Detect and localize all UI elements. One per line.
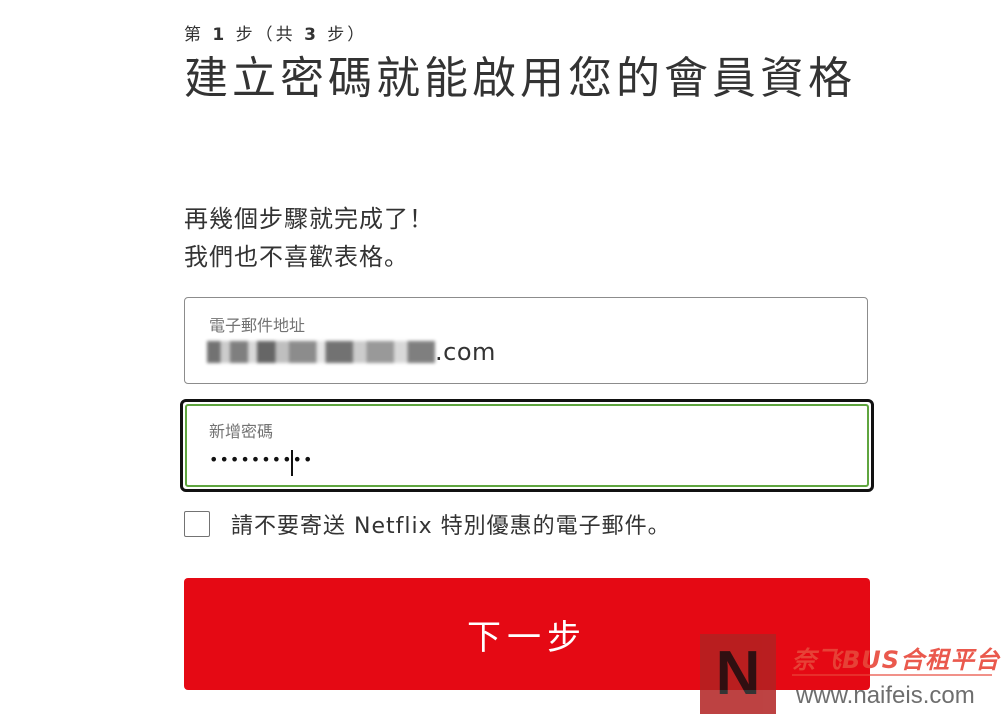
password-field-value[interactable]: •••••••••• — [209, 450, 313, 469]
text-caret — [291, 450, 293, 476]
signup-page: 第 1 步（共 3 步） 建立密碼就能啟用您的會員資格 再幾個步驟就完成了！ 我… — [0, 0, 1007, 717]
subtitle-line-2: 我們也不喜歡表格。 — [184, 243, 409, 271]
watermark-divider — [792, 674, 992, 676]
opt-out-label[interactable]: 請不要寄送 Netflix 特別優惠的電子郵件。 — [231, 508, 671, 540]
email-domain-suffix: .com — [435, 338, 496, 366]
step-suffix: 步） — [318, 25, 368, 45]
step-total: 3 — [304, 25, 319, 45]
step-current: 1 — [212, 25, 228, 45]
opt-out-checkbox[interactable] — [184, 511, 210, 537]
step-prefix: 第 — [184, 25, 213, 45]
opt-out-row[interactable]: 請不要寄送 Netflix 特別優惠的電子郵件。 — [184, 508, 671, 540]
redacted-email-blur — [207, 341, 435, 363]
email-field-label: 電子郵件地址 — [209, 316, 306, 335]
watermark-brand: 奈飞BUS合租平台 — [792, 646, 1001, 674]
password-field-inner[interactable]: 新增密碼 •••••••••• — [185, 404, 869, 487]
watermark: N 奈飞BUS合租平台 www.naifeis.com — [696, 630, 1007, 717]
email-field[interactable]: 電子郵件地址 .com — [184, 297, 868, 384]
watermark-logo: N — [700, 634, 776, 714]
step-middle: 步（共 — [227, 25, 305, 45]
watermark-url: www.naifeis.com — [796, 682, 975, 709]
password-field-label: 新增密碼 — [209, 422, 274, 441]
password-field[interactable]: 新增密碼 •••••••••• — [180, 399, 874, 492]
page-title: 建立密碼就能啟用您的會員資格 — [184, 53, 856, 104]
email-field-value[interactable]: .com — [207, 338, 496, 366]
subtitle: 再幾個步驟就完成了！ 我們也不喜歡表格。 — [184, 200, 434, 276]
subtitle-line-1: 再幾個步驟就完成了！ — [184, 205, 434, 233]
step-indicator: 第 1 步（共 3 步） — [184, 20, 367, 45]
